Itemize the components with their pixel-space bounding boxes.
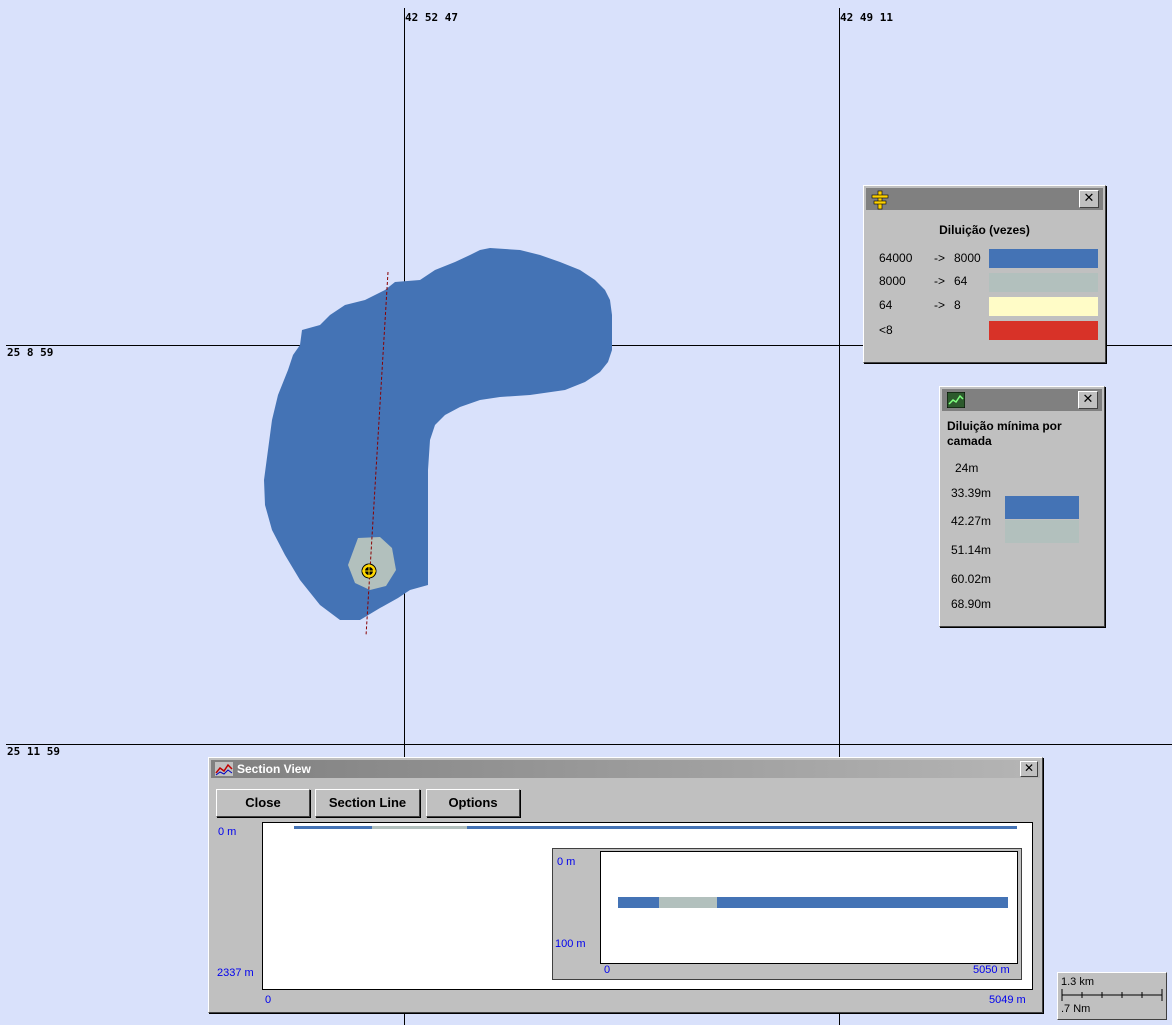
section-inset-plot[interactable] — [600, 851, 1018, 964]
scale-nm-label: .7 Nm — [1061, 1003, 1091, 1015]
dilution-legend-titlebar[interactable]: ✕ — [866, 188, 1103, 210]
scale-bar: 1.3 km .7 Nm — [1057, 972, 1167, 1020]
inset-x-right-label: 5050 m — [973, 964, 1010, 976]
legend-row-1-arrow: -> — [934, 251, 946, 265]
legend-row-1-from: 64000 — [879, 251, 913, 265]
legend-swatch-2 — [989, 273, 1098, 292]
source-marker-icon — [361, 563, 377, 579]
legend-row-4-from: <8 — [879, 323, 893, 337]
depth-label-5: 60.02m — [951, 572, 992, 586]
legend-row-2-from: 8000 — [879, 274, 906, 288]
inset-plume-bar-high-2 — [717, 897, 1008, 908]
legend-swatch-4 — [989, 321, 1098, 340]
depth-label-3: 42.27m — [951, 514, 992, 528]
inset-y-top-label: 0 m — [557, 856, 576, 868]
scale-km-label: 1.3 km — [1061, 976, 1095, 988]
depth-swatch-2 — [1005, 520, 1079, 543]
legend-swatch-3 — [989, 297, 1098, 316]
close-icon[interactable]: ✕ — [1020, 761, 1038, 777]
section-line-button[interactable]: Section Line — [315, 789, 420, 817]
inset-y-bottom-label: 100 m — [555, 938, 586, 950]
depth-label-1: 24m — [955, 461, 979, 475]
scale-ruler — [1061, 989, 1163, 1001]
legend-row-3-from: 64 — [879, 298, 893, 312]
close-icon[interactable]: ✕ — [1078, 391, 1098, 409]
depth-legend-title: Diluição mínima por camada — [947, 419, 1062, 448]
plume-zone-high — [264, 248, 612, 620]
depth-label-6: 68.90m — [951, 597, 992, 611]
inset-plume-bar-high-1 — [618, 897, 659, 908]
depth-label-2: 33.39m — [951, 486, 992, 500]
legend-row-2-arrow: -> — [934, 274, 946, 288]
depth-label-4: 51.14m — [951, 543, 992, 557]
legend-row-2-to: 64 — [954, 274, 968, 288]
depth-swatch-1 — [1005, 496, 1079, 519]
section-main-plot[interactable]: 0 m 100 m 0 5050 m — [262, 822, 1033, 990]
section-chart-icon — [215, 762, 233, 776]
main-plume-bar-mid — [372, 826, 467, 829]
depth-legend-titlebar[interactable]: ✕ — [942, 389, 1102, 411]
options-button[interactable]: Options — [426, 789, 520, 817]
main-plume-bar-high-2 — [467, 826, 1017, 829]
legend-row-3-to: 8 — [954, 298, 961, 312]
main-y-top-label: 0 m — [218, 826, 237, 838]
close-button[interactable]: Close — [216, 789, 310, 817]
legend-swatch-1 — [989, 249, 1098, 268]
legend-row-3-arrow: -> — [934, 298, 946, 312]
main-plume-bar-high-1 — [294, 826, 372, 829]
inset-plume-bar-mid — [659, 897, 717, 908]
section-view-window: Section View ✕ Close Section Line Option… — [208, 757, 1043, 1013]
main-x-right-label: 5049 m — [989, 994, 1026, 1006]
inset-x-left-label: 0 — [604, 964, 611, 976]
dilution-legend-title: Diluição (vezes) — [939, 223, 1030, 237]
close-icon[interactable]: ✕ — [1079, 190, 1099, 208]
section-view-title: Section View — [237, 762, 311, 776]
section-view-titlebar[interactable]: Section View ✕ — [211, 760, 1040, 778]
dilution-legend-panel: ✕ Diluição (vezes) 64000 -> 8000 8000 ->… — [863, 185, 1106, 363]
layer-chart-icon — [947, 392, 965, 408]
main-x-left-label: 0 — [265, 994, 272, 1006]
main-y-bottom-label: 2337 m — [217, 967, 254, 979]
depth-legend-panel: ✕ Diluição mínima por camada 24m 33.39m … — [939, 386, 1105, 627]
section-inset-panel: 0 m 100 m 0 5050 m — [552, 848, 1022, 980]
legend-row-1-to: 8000 — [954, 251, 981, 265]
surface-plume-icon — [870, 190, 890, 210]
